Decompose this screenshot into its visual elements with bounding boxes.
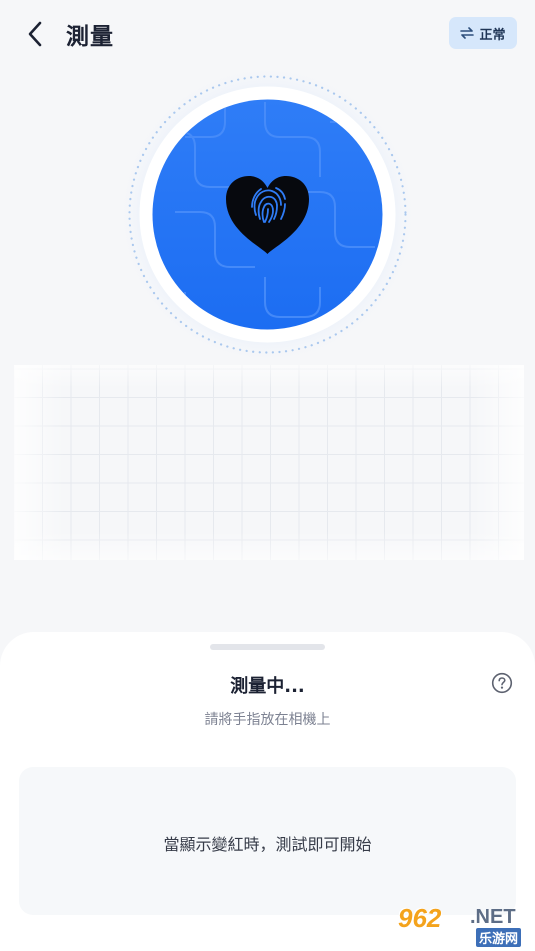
mode-label: 正常 (479, 27, 506, 43)
back-button[interactable] (18, 16, 52, 52)
site-watermark-logo: 962 .NET 乐游网 (396, 903, 529, 947)
info-text: 當顯示變紅時，測試即可開始 (163, 835, 372, 854)
sheet-drag-handle[interactable] (210, 644, 325, 650)
page-title: 測量 (66, 24, 114, 50)
mode-toggle-button[interactable]: 正常 (449, 17, 517, 49)
waveform-grid (13, 365, 524, 560)
sensor-circle (117, 64, 418, 365)
measurement-status: 測量中... (230, 676, 305, 697)
question-circle-icon (491, 672, 513, 694)
swap-arrows-icon (460, 27, 475, 39)
instruction-text: 請將手指放在相機上 (204, 712, 331, 728)
watermark-site: 乐游网 (476, 928, 522, 947)
info-card: 當顯示變紅時，測試即可開始 (19, 767, 516, 915)
watermark-suffix: .NET (470, 906, 516, 928)
watermark-number: 962 (398, 903, 442, 933)
camera-sensor-area (115, 62, 420, 367)
top-bar: 測量 正常 (0, 0, 535, 70)
chevron-left-icon (28, 21, 42, 47)
help-button[interactable] (491, 672, 513, 694)
